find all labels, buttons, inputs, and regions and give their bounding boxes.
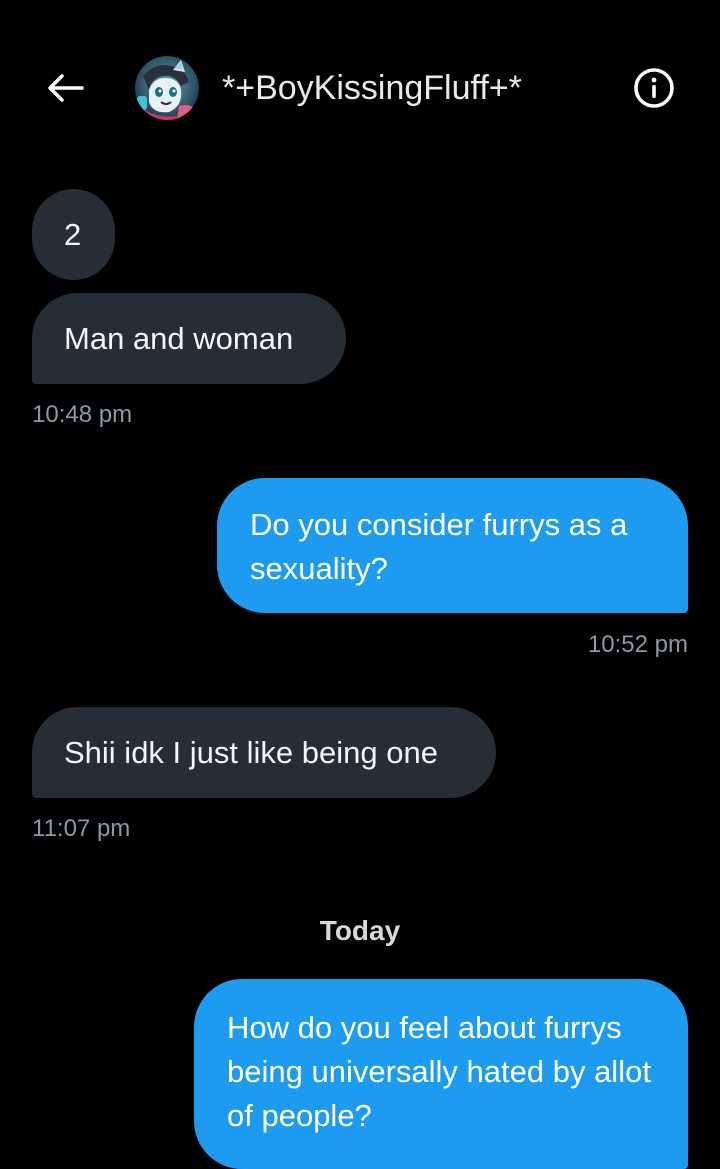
message-bubble-sent[interactable]: How do you feel about furrys being unive…	[194, 979, 688, 1169]
message-bubble-received[interactable]: Man and woman	[32, 293, 346, 384]
message-timestamp: 10:52 pm	[587, 631, 688, 658]
message-bubble-sent[interactable]: Do you consider furrys as a sexuality?	[217, 478, 688, 613]
date-separator: Today	[319, 915, 401, 946]
message-bubble-received[interactable]: 2	[32, 189, 115, 280]
message-timestamp: 11:07 pm	[32, 815, 131, 842]
message-bubble-received[interactable]: Shii idk I just like being one	[32, 707, 496, 798]
message-text: Do you consider furrys as a sexuality?	[250, 507, 628, 586]
message-text: Shii idk I just like being one	[64, 735, 438, 770]
arrow-left-icon	[48, 74, 84, 102]
message-text: How do you feel about furrys being unive…	[227, 1010, 651, 1133]
contact-name[interactable]: *+BoyKissingFluff+*	[222, 68, 522, 108]
conversation-header: *+BoyKissingFluff+*	[0, 0, 720, 176]
info-button[interactable]	[630, 64, 678, 112]
info-circle-icon	[634, 68, 674, 108]
message-timestamp: 10:48 pm	[32, 401, 133, 428]
back-button[interactable]	[40, 64, 88, 112]
avatar[interactable]	[135, 56, 199, 120]
message-text: Man and woman	[64, 321, 294, 356]
message-text: 2	[64, 217, 82, 252]
